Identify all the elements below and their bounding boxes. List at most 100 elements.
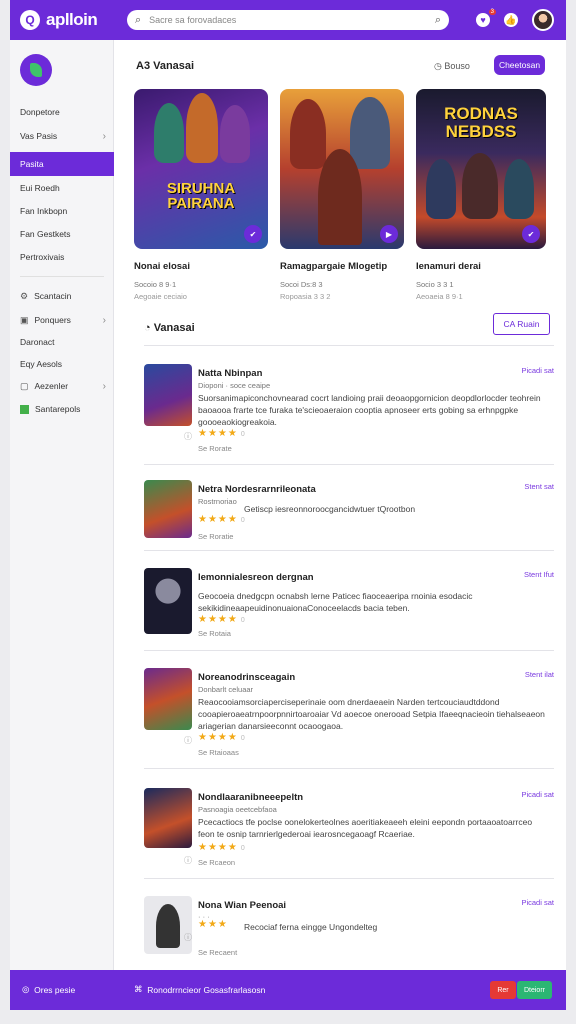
bottom-green-button[interactable]: Dteiorr bbox=[517, 981, 552, 999]
list-item-thumbnail[interactable] bbox=[144, 788, 192, 848]
bottom-red-button[interactable]: Rer bbox=[490, 981, 516, 999]
rating-stars: ★★★★ 0 bbox=[198, 514, 245, 525]
featured-card-title[interactable]: Ramagpargaie Mlogetip bbox=[280, 261, 404, 272]
list-filter-button[interactable]: CA Ruain bbox=[493, 313, 550, 335]
list-item-link[interactable]: Stent ilat bbox=[525, 670, 554, 679]
list-item[interactable]: Nondlaaranibneeepeltn Picadi sat Pasnoag… bbox=[144, 788, 554, 898]
sidebar-item-0[interactable]: Donpetore bbox=[10, 100, 114, 124]
user-avatar[interactable] bbox=[532, 9, 554, 31]
list-item-sub: Rostrnoriao bbox=[198, 497, 237, 506]
bottom-center-label: Ronodrrncieor Gosasfrarlasosn bbox=[147, 984, 266, 995]
favorite-icon[interactable]: ✔ bbox=[244, 225, 262, 243]
featured-action-button[interactable]: Cheetosan bbox=[494, 55, 545, 75]
search-input[interactable]: Sacre sa forovadaces bbox=[149, 15, 236, 25]
chevron-right-icon: › bbox=[102, 380, 106, 392]
list-item-title[interactable]: Nona Wian Peenoai bbox=[198, 900, 286, 911]
rating-stars-text: ★★★★ bbox=[198, 514, 238, 525]
featured-card[interactable]: ▶ Ramagpargaie Mlogetip Socoi Ds:8 3 Rop… bbox=[280, 89, 404, 301]
list-item[interactable]: Nona Wian Peenoai Picadi sat · · · ★★★ R… bbox=[144, 896, 554, 976]
search-icon: ⌕ bbox=[135, 13, 142, 26]
list-item[interactable]: Iemonnialesreon dergnan Stent Ifut Geoco… bbox=[144, 568, 554, 668]
sidebar-item-11[interactable]: ▢ Aezenler › bbox=[10, 374, 114, 398]
featured-card-image[interactable]: ▶ bbox=[280, 89, 404, 249]
list-item-thumbnail[interactable] bbox=[144, 480, 192, 538]
list-item-link[interactable]: Picadi sat bbox=[521, 898, 554, 907]
list-item[interactable]: Netra Nordesrarnrileonata Stent sat Rost… bbox=[144, 480, 554, 570]
info-icon[interactable]: ⓘ bbox=[184, 431, 192, 442]
info-icon[interactable]: ⓘ bbox=[184, 932, 192, 943]
featured-card[interactable]: SIRUHNA PAIRANA ✔ Nonai elosai Socoio 8 … bbox=[134, 89, 268, 301]
like-icon[interactable]: 👍 bbox=[504, 13, 518, 27]
app-name[interactable]: aplloin bbox=[46, 10, 98, 30]
list-item-title[interactable]: Nondlaaranibneeepeltn bbox=[198, 792, 303, 803]
list-item-title[interactable]: Noreanodrinsceagain bbox=[198, 672, 295, 683]
list-item[interactable]: Natta Nbinpan Picadi sat Dioponi · soce … bbox=[144, 364, 554, 474]
list-item-title[interactable]: Netra Nordesrarnrileonata bbox=[198, 484, 316, 495]
featured-card-title[interactable]: Nonai elosai bbox=[134, 261, 268, 272]
featured-card-meta: Socio 3 3 1 bbox=[416, 280, 454, 289]
bottom-left-label: Ores pesie bbox=[34, 984, 76, 995]
rating-stars: ★★★ bbox=[198, 919, 228, 930]
info-icon[interactable]: ⓘ bbox=[184, 735, 192, 746]
sidebar-item-1[interactable]: Vas Pasis › bbox=[10, 124, 114, 148]
list-item-title[interactable]: Natta Nbinpan bbox=[198, 368, 262, 379]
sidebar-item-label: Eui Roedh bbox=[20, 183, 60, 193]
list-item-description: Pcecactiocs tfe poclse oonelokerteolnes … bbox=[198, 817, 533, 839]
list-item-thumbnail[interactable] bbox=[144, 568, 192, 634]
sidebar-item-5[interactable]: Fan Gestkets bbox=[10, 222, 114, 246]
featured-card-image[interactable]: SIRUHNA PAIRANA ✔ bbox=[134, 89, 268, 249]
list-title-text: Vanasai bbox=[153, 322, 195, 334]
list-item-link[interactable]: Stent Ifut bbox=[524, 570, 554, 579]
featured-card[interactable]: RODNAS NEBDSS ✔ Ienamuri derai Socio 3 3… bbox=[416, 89, 546, 301]
sidebar-item-8[interactable]: ▣ Ponquers › bbox=[10, 308, 114, 332]
list-item-footer: Se Rotaia bbox=[198, 629, 231, 638]
featured-card-title[interactable]: Ienamuri derai bbox=[416, 261, 546, 272]
image-icon: ▢ bbox=[20, 380, 29, 391]
list-item-link[interactable]: Picadi sat bbox=[521, 790, 554, 799]
sidebar-item-label: Scantacin bbox=[34, 291, 72, 301]
featured-card-meta: Socoio 8 9·1 bbox=[134, 280, 177, 289]
sidebar-item-label: Daronact bbox=[20, 337, 55, 347]
list-item-title[interactable]: Iemonnialesreon dergnan bbox=[198, 572, 314, 583]
rating-value: 0 bbox=[240, 735, 245, 742]
compass-icon: ◎ bbox=[22, 984, 35, 994]
app-logo-icon[interactable]: Q bbox=[20, 10, 40, 30]
info-icon[interactable]: ⓘ bbox=[184, 855, 192, 866]
list-section-title: ◔ Vanasai bbox=[144, 322, 195, 334]
chevron-right-icon: › bbox=[102, 314, 106, 326]
favorite-icon[interactable]: ▶ bbox=[380, 225, 398, 243]
list-item-description: Reaocooiamsorciaperciseperinaie oom dner… bbox=[198, 697, 545, 731]
sidebar-item-9[interactable]: Daronact bbox=[10, 330, 114, 354]
sidebar-item-6[interactable]: Pertroxivais bbox=[10, 245, 114, 269]
sort-icon: ◷ bbox=[434, 61, 445, 71]
search-bar[interactable]: ⌕ Sacre sa forovadaces ⌕ bbox=[127, 10, 449, 30]
featured-card-image[interactable]: RODNAS NEBDSS ✔ bbox=[416, 89, 546, 249]
favorite-icon[interactable]: ✔ bbox=[522, 225, 540, 243]
sidebar-item-4[interactable]: Fan Inkbopn bbox=[10, 199, 114, 223]
list-item-sub: Pasnoagia oeetcebfaoa bbox=[198, 805, 277, 814]
bottom-left-item[interactable]: ◎ Ores pesie bbox=[22, 984, 75, 995]
rating-stars-text: ★★★★ bbox=[198, 732, 238, 743]
search-submit-icon[interactable]: ⌕ bbox=[435, 14, 441, 27]
sidebar-item-label: Santarepols bbox=[35, 404, 81, 414]
sort-link[interactable]: ◷ Bouso bbox=[434, 61, 470, 72]
list-item-thumbnail[interactable] bbox=[144, 364, 192, 426]
bottom-bar: ◎ Ores pesie ⌘ Ronodrrncieor Gosasfrarla… bbox=[10, 970, 566, 1010]
notifications-icon[interactable]: ♥ 3 bbox=[476, 9, 496, 27]
list-item-link[interactable]: Picadi sat bbox=[521, 366, 554, 375]
sidebar-item-10[interactable]: Eqy Aesols bbox=[10, 352, 114, 376]
sidebar-item-12[interactable]: Santarepols bbox=[10, 397, 114, 421]
sidebar-item-3[interactable]: Eui Roedh bbox=[10, 176, 114, 200]
sidebar-item-label: Fan Gestkets bbox=[20, 229, 71, 239]
settings-icon: ⚙ bbox=[20, 290, 29, 301]
bottom-center-item[interactable]: ⌘ Ronodrrncieor Gosasfrarlasosn bbox=[134, 984, 265, 995]
list-item-link[interactable]: Stent sat bbox=[524, 482, 554, 491]
controller-icon: ⌘ bbox=[134, 984, 148, 994]
sidebar-logo-icon[interactable] bbox=[20, 54, 52, 86]
list-item-thumbnail[interactable] bbox=[144, 668, 192, 730]
list-item-thumbnail[interactable] bbox=[144, 896, 192, 954]
sidebar-item-7[interactable]: ⚙ Scantacin bbox=[10, 284, 114, 308]
list-item[interactable]: Noreanodrinsceagain Stent ilat Donbarlt … bbox=[144, 668, 554, 778]
list-item-footer: Se Rcaeon bbox=[198, 858, 236, 867]
sidebar-item-2[interactable]: Pasita bbox=[10, 152, 114, 176]
